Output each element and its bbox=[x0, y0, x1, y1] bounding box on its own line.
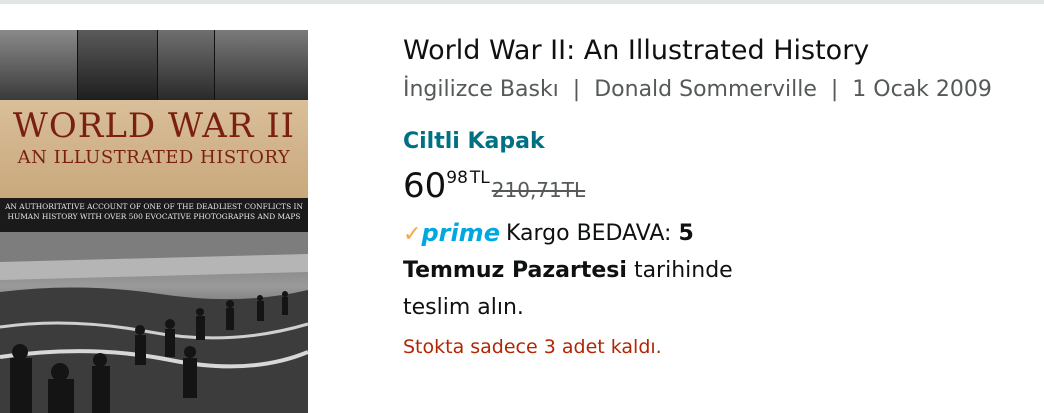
publication-date: 1 Ocak 2009 bbox=[852, 77, 992, 102]
product-title[interactable]: World War II: An Illustrated History bbox=[403, 34, 869, 68]
top-divider bbox=[0, 0, 1044, 4]
cover-photo bbox=[0, 232, 308, 413]
prime-logo-icon: ✓prime bbox=[403, 219, 500, 247]
price-whole: 60 bbox=[403, 166, 447, 206]
meta-separator: | bbox=[572, 77, 581, 102]
meta-separator: | bbox=[830, 77, 839, 102]
stock-warning: Stokta sadece 3 adet kaldı. bbox=[403, 336, 662, 358]
price-currency: TL bbox=[469, 168, 490, 188]
free-shipping-text: Kargo BEDAVA: bbox=[505, 221, 672, 246]
delivery-date: Temmuz Pazartesi bbox=[403, 258, 627, 283]
delivery-day-number: 5 bbox=[678, 221, 694, 246]
binding-format-link[interactable]: Ciltli Kapak bbox=[403, 128, 545, 156]
delivery-receive-text: teslim alın. bbox=[403, 295, 524, 320]
product-meta-line: İngilizce Baskı | Donald Sommerville | 1 Oca… bbox=[403, 76, 992, 104]
landing-scene-illustration bbox=[0, 232, 308, 413]
price-fraction: 98 bbox=[446, 168, 468, 188]
list-price-strikethrough: 210,71TL bbox=[491, 178, 586, 202]
cover-title: WORLD WAR II bbox=[12, 106, 296, 146]
book-cover-image[interactable]: WORLD WAR II AN ILLUSTRATED HISTORY An a… bbox=[0, 30, 308, 413]
delivery-date-line: Temmuz Pazartesi tarihinde bbox=[403, 256, 733, 286]
cover-subtitle: AN ILLUSTRATED HISTORY bbox=[17, 147, 291, 168]
cover-blurb: An authoritative account of one of the d… bbox=[0, 198, 308, 232]
prime-shipping-line: ✓prime Kargo BEDAVA: 5 bbox=[403, 218, 694, 250]
cover-photo-strip bbox=[0, 30, 308, 100]
author-name: Donald Sommerville bbox=[594, 77, 817, 102]
delivery-suffix: tarihinde bbox=[633, 258, 733, 283]
price-block: 6098 TL 210,71TL bbox=[403, 166, 585, 206]
cover-title-band: WORLD WAR II AN ILLUSTRATED HISTORY bbox=[0, 100, 308, 198]
edition-language: İngilizce Baskı bbox=[403, 77, 559, 102]
